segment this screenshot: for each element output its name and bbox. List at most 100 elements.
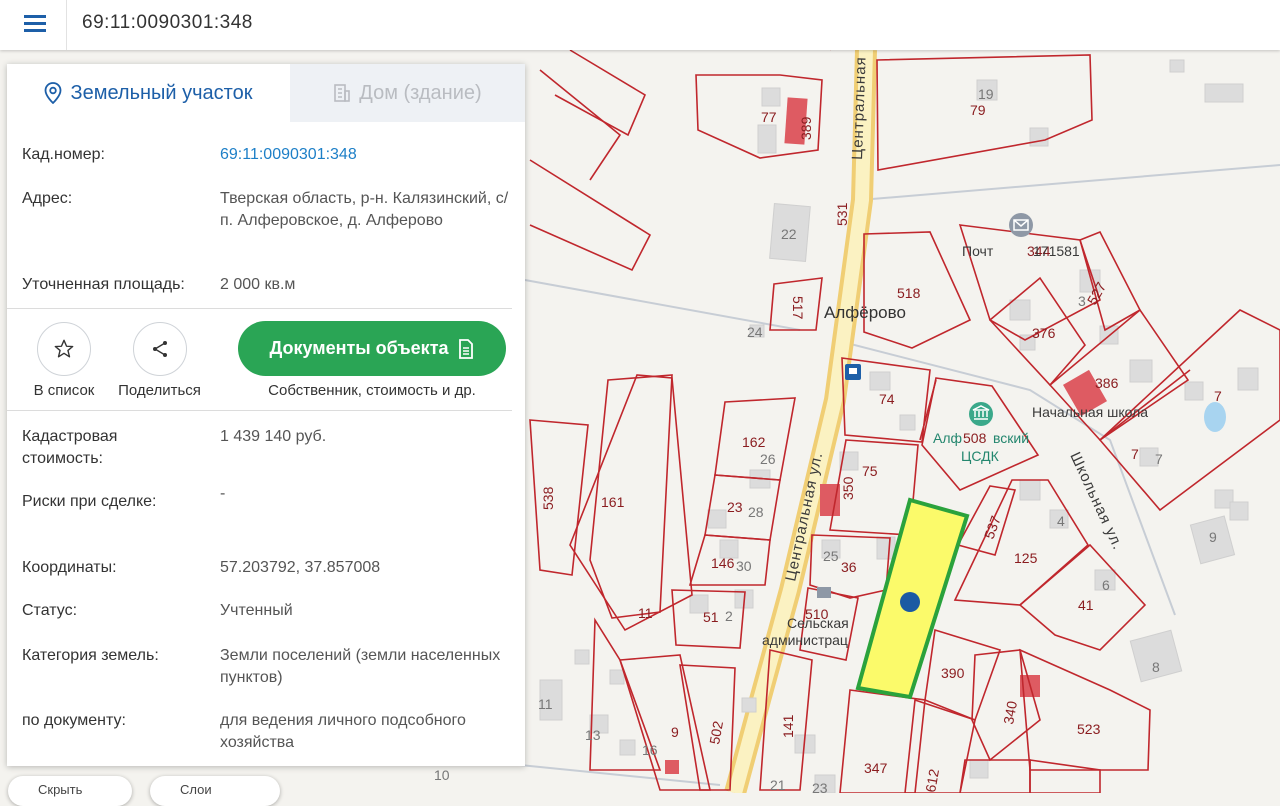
svg-text:8: 8 xyxy=(1152,659,1160,675)
svg-text:350: 350 xyxy=(840,476,856,500)
divider xyxy=(7,308,512,309)
svg-text:11: 11 xyxy=(638,605,653,621)
svg-text:508: 508 xyxy=(963,430,987,446)
svg-text:161: 161 xyxy=(601,494,625,510)
address-label: Адрес: xyxy=(22,190,73,207)
top-bar xyxy=(0,0,1280,50)
layers-button[interactable]: Слои xyxy=(150,776,280,806)
svg-text:16: 16 xyxy=(642,742,658,758)
svg-text:25: 25 xyxy=(823,548,839,564)
search-input[interactable] xyxy=(80,11,684,35)
admin-building-icon xyxy=(817,587,831,598)
mail-icon xyxy=(1009,213,1033,237)
place-name: Алфёрово xyxy=(824,303,906,322)
divider xyxy=(7,410,512,411)
cad-cost-value: 1 439 140 руб. xyxy=(220,428,327,445)
svg-text:347: 347 xyxy=(864,760,888,776)
svg-text:4: 4 xyxy=(1057,513,1065,529)
svg-text:23: 23 xyxy=(812,780,828,793)
address-value: Тверская область, р-н. Калязинский, с/п.… xyxy=(220,190,509,229)
status-label: Статус: xyxy=(22,602,78,619)
svg-text:2: 2 xyxy=(725,608,733,624)
svg-text:517: 517 xyxy=(790,296,806,320)
pond xyxy=(1204,402,1226,432)
cad-number-value[interactable]: 69:11:0090301:348 xyxy=(220,144,510,166)
svg-text:41: 41 xyxy=(1078,597,1094,613)
status-value: Учтенный xyxy=(220,602,293,619)
school-label: Начальная школа xyxy=(1032,404,1148,420)
svg-text:74: 74 xyxy=(879,391,895,407)
postcode-label: 171581 xyxy=(1033,243,1080,259)
cad-cost-label: Кадастровая стоимость: xyxy=(22,428,118,467)
svg-text:9: 9 xyxy=(1209,529,1217,545)
coords-label: Координаты: xyxy=(22,559,117,576)
svg-text:13: 13 xyxy=(585,727,601,743)
svg-text:26: 26 xyxy=(760,451,776,467)
location-pin-icon xyxy=(45,82,62,104)
admin-label-1: Сельская xyxy=(787,615,849,631)
svg-text:36: 36 xyxy=(841,559,857,575)
building-icon xyxy=(334,84,351,102)
cad-number-label: Кад.номер: xyxy=(22,146,105,163)
hamburger-icon-line xyxy=(24,22,46,25)
svg-text:51: 51 xyxy=(703,609,719,625)
tab-land-plot-label: Земельный участок xyxy=(70,81,253,104)
share-button[interactable] xyxy=(133,322,187,376)
document-icon xyxy=(458,338,473,359)
svg-text:77: 77 xyxy=(761,109,777,125)
svg-text:75: 75 xyxy=(862,463,878,479)
star-icon xyxy=(54,339,74,358)
menu-button[interactable] xyxy=(0,0,67,50)
area-value: 2 000 кв.м xyxy=(220,276,296,293)
svg-text:10: 10 xyxy=(434,767,450,783)
svg-text:23: 23 xyxy=(727,499,743,515)
svg-text:389: 389 xyxy=(798,116,814,140)
hamburger-icon xyxy=(24,15,46,18)
svg-text:390: 390 xyxy=(941,665,965,681)
documents-button-label: Документы объекта xyxy=(269,338,449,358)
risks-label: Риски при сделке: xyxy=(22,493,157,510)
admin-label-2: администрац xyxy=(762,632,848,648)
svg-text:24: 24 xyxy=(747,324,763,340)
culture-label-1: Алф xyxy=(933,430,962,446)
tab-house[interactable]: Дом (здание) xyxy=(290,64,525,122)
add-to-list-label[interactable]: В список xyxy=(19,382,109,399)
post-label: Почт xyxy=(962,243,994,259)
svg-text:28: 28 xyxy=(748,504,764,520)
svg-text:11: 11 xyxy=(538,696,553,712)
svg-text:22: 22 xyxy=(781,226,797,242)
area-label: Уточненная площадь: xyxy=(22,276,185,293)
documents-button[interactable]: Документы объекта xyxy=(238,321,506,376)
svg-text:162: 162 xyxy=(742,434,766,450)
svg-text:125: 125 xyxy=(1014,550,1038,566)
svg-text:21: 21 xyxy=(770,777,786,793)
selected-parcel-marker[interactable] xyxy=(900,592,920,612)
category-value: Земли поселений (земли населенных пункто… xyxy=(220,647,501,686)
svg-text:523: 523 xyxy=(1077,721,1101,737)
hamburger-icon-line xyxy=(24,29,46,32)
culture-label-2: вский xyxy=(993,430,1029,446)
hide-panel-button[interactable]: Скрыть xyxy=(8,776,132,806)
svg-text:376: 376 xyxy=(1032,325,1056,341)
svg-text:9: 9 xyxy=(671,724,679,740)
coords-value: 57.203792, 37.857008 xyxy=(220,559,381,576)
bus-stop-poi[interactable] xyxy=(845,364,861,380)
svg-text:538: 538 xyxy=(540,486,556,510)
svg-text:531: 531 xyxy=(834,202,850,226)
share-icon xyxy=(153,341,167,357)
share-label[interactable]: Поделиться xyxy=(107,382,212,399)
layers-label: Слои xyxy=(180,782,212,797)
tab-land-plot[interactable]: Земельный участок xyxy=(7,64,290,122)
risks-value: - xyxy=(220,485,226,502)
tab-house-label: Дом (здание) xyxy=(359,81,482,104)
add-to-list-button[interactable] xyxy=(37,322,91,376)
svg-text:386: 386 xyxy=(1095,375,1119,391)
street-label-central-1: Центральная xyxy=(849,56,870,160)
svg-text:146: 146 xyxy=(711,555,735,571)
svg-text:7: 7 xyxy=(1155,451,1163,467)
by-doc-label: по документу: xyxy=(22,712,126,729)
svg-text:79: 79 xyxy=(970,102,986,118)
svg-text:6: 6 xyxy=(1102,577,1110,593)
category-label: Категория земель: xyxy=(22,647,159,664)
svg-text:19: 19 xyxy=(978,86,994,102)
